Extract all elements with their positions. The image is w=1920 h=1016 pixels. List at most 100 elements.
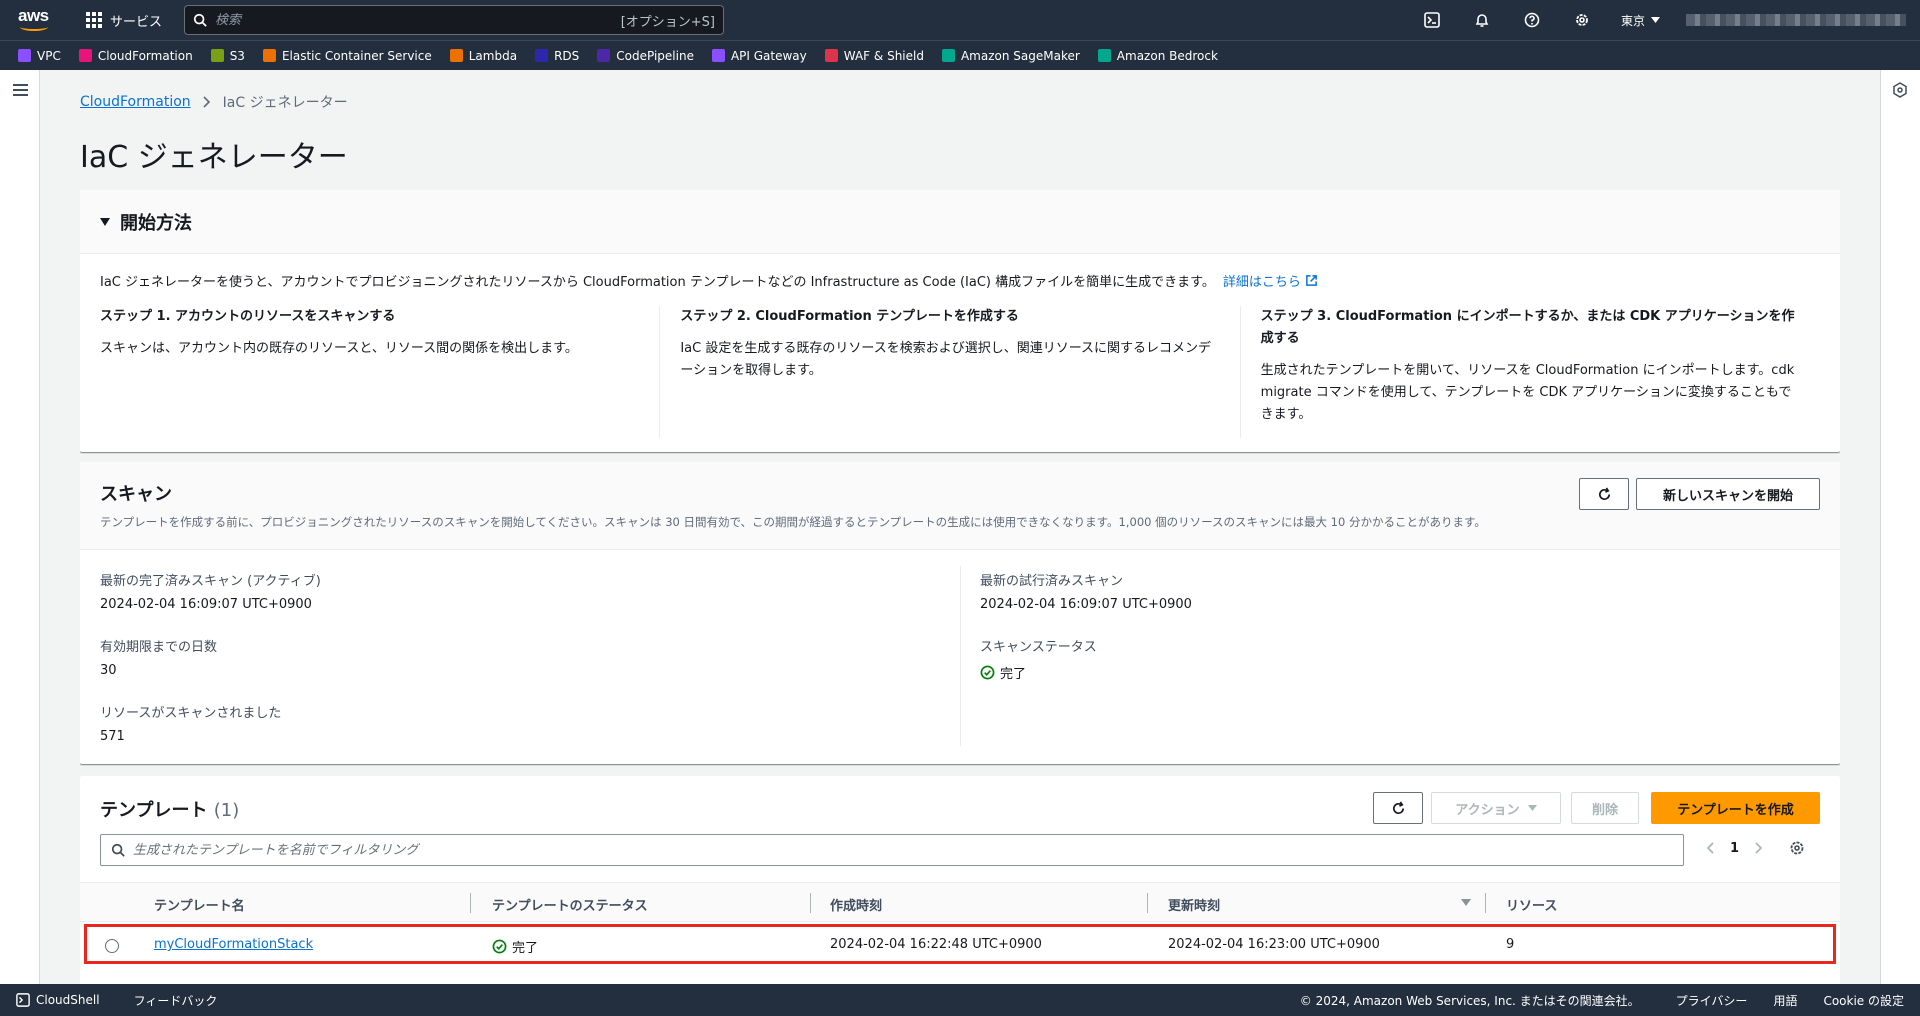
main-content: CloudFormation IaC ジェネレーター IaC ジェネレーター 開… — [80, 70, 1840, 984]
column-header[interactable]: リソース — [1506, 895, 1557, 914]
favorite-api-gateway[interactable]: API Gateway — [711, 48, 807, 63]
service-icon — [78, 49, 92, 62]
global-search-input[interactable] — [215, 12, 621, 28]
kv-value: 571 — [100, 729, 125, 744]
favorite-waf-shield[interactable]: WAF & Shield — [824, 49, 924, 63]
favorite-elastic-container-service[interactable]: Elastic Container Service — [262, 48, 432, 63]
region-selector[interactable]: 東京 — [1621, 12, 1660, 29]
privacy-link[interactable]: プライバシー — [1676, 992, 1748, 1009]
step-1: ステップ 1. アカウントのリソースをスキャンする スキャンは、アカウント内の既… — [100, 306, 659, 438]
column-header[interactable]: 作成時刻 — [830, 895, 882, 914]
favorite-rds[interactable]: RDS — [535, 49, 579, 63]
actions-dropdown[interactable]: アクション — [1431, 792, 1561, 824]
sort-descending-icon[interactable] — [1461, 899, 1471, 906]
chevron-right-icon — [203, 96, 210, 108]
services-label: サービス — [110, 14, 163, 30]
service-icon — [535, 49, 549, 62]
table-row[interactable]: myCloudFormationStack 完了 2024-02-04 16:2… — [84, 924, 1836, 964]
aws-logo[interactable]: aws — [18, 6, 54, 32]
scan-refresh-button[interactable] — [1579, 478, 1629, 510]
info-panel-icon[interactable] — [1892, 82, 1908, 98]
page-number[interactable]: 1 — [1730, 841, 1739, 856]
kv-label: スキャンステータス — [980, 640, 1097, 655]
cloudshell-label: CloudShell — [36, 993, 100, 1007]
template-filter[interactable] — [100, 834, 1684, 866]
favorite-lambda[interactable]: Lambda — [449, 49, 517, 63]
feedback-link[interactable]: フィードバック — [134, 992, 218, 1009]
get-started-intro: IaC ジェネレーターを使うと、アカウントでプロビジョニングされたリソースから … — [100, 271, 1318, 290]
column-resizer[interactable] — [1485, 893, 1486, 913]
favorite-amazon-bedrock[interactable]: Amazon Bedrock — [1097, 49, 1218, 63]
cloudshell-icon — [1424, 12, 1440, 28]
start-new-scan-button[interactable]: 新しいスキャンを開始 — [1636, 478, 1820, 510]
step-body: IaC 設定を生成する既存のリソースを検索および選択し、関連リソースに関するレコ… — [680, 341, 1212, 378]
service-icon — [597, 49, 611, 62]
step-title: ステップ 2. CloudFormation テンプレートを作成する — [680, 309, 1019, 324]
help-button[interactable] — [1507, 0, 1557, 40]
favorite-label: API Gateway — [730, 48, 807, 63]
column-header[interactable]: 更新時刻 — [1168, 895, 1220, 914]
favorite-cloudformation[interactable]: CloudFormation — [78, 49, 193, 63]
account-menu-redacted[interactable] — [1686, 14, 1906, 26]
templates-refresh-button[interactable] — [1373, 792, 1423, 824]
learn-more-link[interactable]: 詳細はこちら — [1223, 271, 1318, 290]
cookie-settings-link[interactable]: Cookie の設定 — [1823, 992, 1904, 1009]
template-name-link[interactable]: myCloudFormationStack — [154, 937, 313, 952]
row-select-radio[interactable] — [105, 939, 119, 953]
grid-icon — [86, 12, 102, 28]
settings-button[interactable] — [1557, 0, 1607, 40]
kv-label: 最新の完了済みスキャン (アクティブ) — [100, 574, 321, 589]
terms-link[interactable]: 用語 — [1773, 992, 1797, 1009]
aws-smile-icon — [20, 23, 48, 31]
notifications-button[interactable] — [1457, 0, 1507, 40]
scan-panel: スキャン テンプレートを作成する前に、プロビジョニングされたリソースのスキャンを… — [80, 462, 1840, 764]
created-time: 2024-02-04 16:22:48 UTC+0900 — [830, 937, 1042, 952]
template-filter-input[interactable] — [133, 842, 1673, 858]
column-resizer[interactable] — [810, 893, 811, 913]
cloudshell-button[interactable] — [1407, 0, 1457, 40]
days-until-expiry: 有効期限までの日数 30 — [100, 636, 217, 678]
get-started-toggle[interactable]: 開始方法 — [80, 190, 1840, 254]
chevron-right-icon[interactable] — [1755, 842, 1763, 854]
status-text: 完了 — [1000, 667, 1027, 682]
favorite-label: RDS — [554, 48, 580, 63]
top-navigation: aws サービス [オプション+S] 東京 — [0, 0, 1920, 40]
create-template-button[interactable]: テンプレートを作成 — [1651, 792, 1820, 824]
scan-status: スキャンステータス 完了 — [980, 636, 1097, 682]
menu-icon[interactable] — [13, 84, 28, 96]
service-icon — [941, 49, 955, 62]
templates-panel: テンプレート (1) アクション 削除 テンプレートを作成 1 テンプレート名 … — [80, 776, 1840, 984]
favorite-codepipeline[interactable]: CodePipeline — [597, 49, 694, 63]
favorites-bar: VPC CloudFormation S3 Elastic Container Ser… — [0, 40, 1920, 70]
chevron-left-icon[interactable] — [1706, 842, 1714, 854]
favorite-vpc[interactable]: VPC — [18, 49, 61, 63]
cloudshell-footer-button[interactable]: CloudShell — [16, 993, 100, 1007]
search-icon — [111, 843, 125, 857]
service-icon — [1097, 49, 1111, 62]
breadcrumb-cloudformation-link[interactable]: CloudFormation — [80, 94, 191, 110]
resources-scanned: リソースがスキャンされました 571 — [100, 702, 281, 744]
updated-time: 2024-02-04 16:23:00 UTC+0900 — [1168, 937, 1380, 952]
copyright-text: © 2024, Amazon Web Services, Inc. またはその関… — [1299, 993, 1640, 1008]
service-icon — [210, 49, 224, 62]
column-resizer[interactable] — [1147, 893, 1148, 913]
favorite-s3[interactable]: S3 — [210, 49, 245, 63]
status-text: 完了 — [512, 941, 539, 956]
caret-down-icon — [100, 217, 110, 226]
caret-down-icon — [1651, 17, 1660, 23]
templates-title: テンプレート (1) — [100, 796, 239, 822]
favorite-label: Elastic Container Service — [281, 48, 432, 63]
step-body: 生成されたテンプレートを開いて、リソースを CloudFormation にイン… — [1260, 363, 1795, 422]
column-resizer[interactable] — [470, 893, 471, 913]
delete-button[interactable]: 削除 — [1571, 792, 1639, 824]
column-header[interactable]: テンプレート名 — [154, 895, 245, 914]
templates-count: (1) — [213, 800, 240, 821]
global-search[interactable]: [オプション+S] — [184, 5, 725, 35]
services-menu-button[interactable]: サービス — [86, 11, 162, 30]
right-tools-rail — [1880, 70, 1920, 984]
bell-icon — [1475, 14, 1489, 27]
gear-icon[interactable] — [1789, 840, 1805, 856]
column-header[interactable]: テンプレートのステータス — [492, 895, 648, 914]
templates-title-text: テンプレート — [100, 800, 208, 821]
favorite-amazon-sagemaker[interactable]: Amazon SageMaker — [941, 49, 1080, 63]
